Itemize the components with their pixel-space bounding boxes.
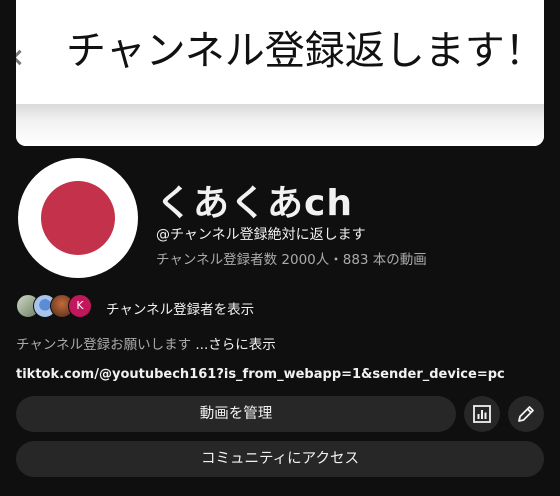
channel-banner: チャンネル登録返します！: [16, 0, 544, 146]
view-subscribers-label: チャンネル登録者を表示: [106, 302, 255, 318]
show-more-link[interactable]: ...さらに表示: [195, 337, 275, 353]
channel-external-link[interactable]: tiktok.com/@youtubech161?is_from_webapp=…: [16, 367, 505, 382]
pencil-icon: [518, 406, 534, 422]
analytics-icon: [473, 405, 491, 423]
analytics-button[interactable]: [464, 396, 500, 432]
channel-name: くあくあch: [156, 183, 353, 224]
avatar-red-circle: [41, 181, 115, 255]
edit-channel-button[interactable]: [508, 396, 544, 432]
channel-stats: チャンネル登録者数 2000人・883 本の動画: [156, 252, 427, 268]
channel-description[interactable]: チャンネル登録お願いします ...さらに表示: [16, 333, 276, 353]
banner-text: チャンネル登録返します！: [66, 28, 544, 74]
description-text: チャンネル登録お願いします: [16, 337, 196, 353]
channel-handle: @チャンネル登録絶対に返します: [156, 227, 366, 243]
banner-shade: [16, 104, 544, 146]
channel-avatar[interactable]: [18, 158, 138, 278]
community-button[interactable]: コミュニティにアクセス: [16, 441, 544, 477]
subscriber-avatar-letter: K: [68, 294, 92, 318]
banner-chevron-icon: [16, 49, 28, 66]
manage-videos-button[interactable]: 動画を管理: [16, 396, 456, 432]
